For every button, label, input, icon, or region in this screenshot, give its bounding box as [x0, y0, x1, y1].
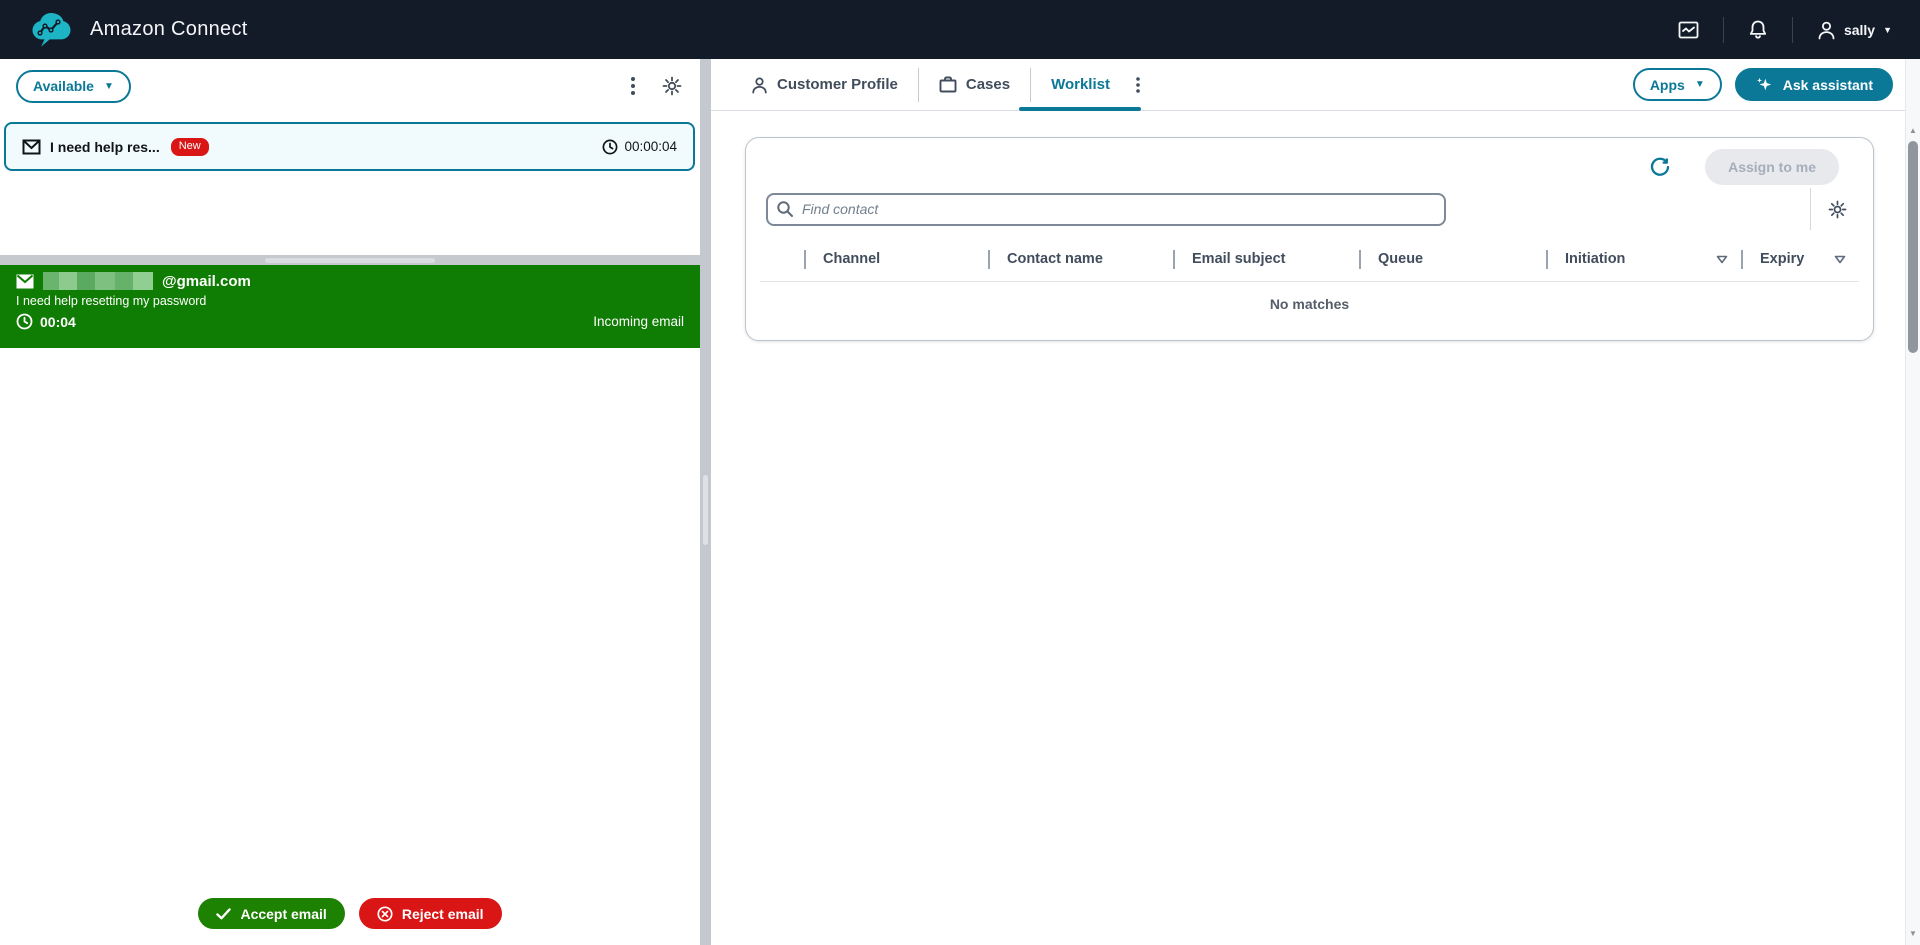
- sparkle-icon: [1755, 76, 1773, 94]
- gear-icon: [662, 76, 682, 96]
- email-icon: [22, 139, 41, 155]
- column-divider: [804, 250, 806, 269]
- incoming-email-card[interactable]: @gmail.com I need help resetting my pass…: [0, 265, 700, 348]
- resize-grip: [703, 475, 708, 545]
- refresh-icon: [1649, 156, 1671, 178]
- ask-assistant-button[interactable]: Ask assistant: [1735, 68, 1893, 101]
- empty-state-text: No matches: [746, 296, 1873, 312]
- kebab-menu-icon: [1136, 77, 1140, 93]
- agent-status-dropdown[interactable]: Available ▼: [16, 70, 131, 103]
- email-subject: I need help resetting my password: [16, 294, 684, 308]
- search-icon: [776, 200, 794, 218]
- new-badge: New: [171, 138, 209, 156]
- tab-worklist[interactable]: Worklist: [1031, 59, 1130, 110]
- caret-down-icon: ▼: [1695, 79, 1705, 90]
- ccp-more-menu-button[interactable]: [629, 75, 637, 97]
- check-icon: [216, 908, 231, 920]
- incoming-task-banner[interactable]: I need help res... New 00:00:04: [4, 122, 695, 171]
- refresh-button[interactable]: [1647, 154, 1673, 180]
- task-title: I need help res...: [50, 139, 160, 155]
- column-divider: [1359, 250, 1361, 269]
- caret-down-icon: ▼: [104, 81, 114, 92]
- amazon-connect-logo-icon: [30, 11, 72, 49]
- column-header-queue[interactable]: Queue: [1359, 245, 1546, 273]
- task-timer: 00:00:04: [624, 139, 677, 154]
- column-header-expiry[interactable]: Expiry: [1741, 245, 1859, 273]
- table-header-rule: [760, 281, 1859, 282]
- chevron-down-icon: ▼: [1883, 25, 1892, 35]
- vertical-resize-handle[interactable]: [700, 59, 711, 945]
- toolbar-divider: [1810, 188, 1811, 230]
- vertical-scrollbar[interactable]: ▲ ▼: [1905, 59, 1920, 945]
- email-icon: [16, 274, 34, 289]
- user-icon: [1817, 20, 1836, 40]
- top-bar: Amazon Connect: [0, 0, 1920, 59]
- worklist-panel: Assign to me: [711, 111, 1905, 945]
- user-name: sally: [1844, 22, 1875, 38]
- scroll-up-arrow[interactable]: ▲: [1906, 125, 1920, 137]
- scroll-down-arrow[interactable]: ▼: [1906, 928, 1920, 940]
- apps-dropdown[interactable]: Apps ▼: [1633, 68, 1722, 101]
- redacted-email-address: [43, 272, 153, 290]
- kebab-menu-icon: [631, 77, 635, 95]
- ccp-settings-button[interactable]: [660, 74, 684, 98]
- reject-email-button[interactable]: Reject email: [359, 898, 502, 929]
- scrollbar-thumb[interactable]: [1908, 141, 1918, 353]
- channel-type-label: Incoming email: [593, 314, 684, 329]
- clock-icon: [16, 313, 33, 330]
- selection-column-header: [766, 245, 804, 273]
- user-menu[interactable]: sally ▼: [1793, 20, 1892, 40]
- column-header-initiation[interactable]: Initiation: [1546, 245, 1741, 273]
- worklist-search-row: [746, 188, 1873, 230]
- ccp-action-buttons: Accept email Reject email: [0, 898, 700, 929]
- find-contact-input[interactable]: [766, 193, 1446, 226]
- x-circle-icon: [377, 906, 393, 922]
- column-header-contact-name[interactable]: Contact name: [988, 245, 1173, 273]
- tab-overflow-menu-button[interactable]: [1130, 59, 1146, 110]
- ccp-toolbar: Available ▼: [16, 69, 684, 103]
- resize-grip: [265, 258, 435, 263]
- column-divider: [1546, 250, 1548, 269]
- notifications-button[interactable]: [1724, 14, 1792, 46]
- worklist-table-header: Channel Contact name Email subject: [766, 245, 1873, 273]
- app-title: Amazon Connect: [90, 18, 248, 41]
- column-header-channel[interactable]: Channel: [804, 245, 988, 273]
- agent-status-label: Available: [33, 78, 94, 94]
- tab-cases[interactable]: Cases: [919, 59, 1030, 110]
- column-divider: [1741, 250, 1743, 269]
- metrics-icon: [1678, 20, 1699, 40]
- worklist-toolbar: Assign to me: [746, 138, 1873, 185]
- metrics-button[interactable]: [1654, 14, 1723, 46]
- main-layout: Available ▼: [0, 59, 1920, 945]
- column-divider: [988, 250, 990, 269]
- agent-workspace: Customer Profile Cases Worklist: [711, 59, 1905, 945]
- person-icon: [751, 76, 768, 94]
- contact-control-panel: Available ▼: [0, 59, 700, 945]
- sort-caret-icon[interactable]: [1834, 255, 1846, 264]
- email-domain: @gmail.com: [162, 273, 251, 290]
- gear-icon: [1828, 200, 1847, 219]
- assign-to-me-button[interactable]: Assign to me: [1705, 149, 1839, 185]
- incoming-timer: 00:04: [40, 314, 76, 330]
- sort-caret-icon[interactable]: [1716, 255, 1728, 264]
- column-divider: [1173, 250, 1175, 269]
- horizontal-resize-handle[interactable]: [0, 255, 700, 265]
- briefcase-icon: [939, 76, 957, 93]
- workspace-actions: Apps ▼ Ask assistant: [1633, 59, 1905, 110]
- top-actions: sally ▼: [1654, 14, 1892, 46]
- app-window: Amazon Connect: [0, 0, 1920, 945]
- worklist-card: Assign to me: [745, 137, 1874, 341]
- column-header-email-subject[interactable]: Email subject: [1173, 245, 1359, 273]
- worklist-settings-button[interactable]: [1826, 198, 1849, 221]
- tab-customer-profile[interactable]: Customer Profile: [731, 59, 918, 110]
- workspace-tabbar: Customer Profile Cases Worklist: [711, 59, 1905, 111]
- bell-icon: [1748, 19, 1768, 40]
- accept-email-button[interactable]: Accept email: [198, 898, 344, 929]
- clock-icon: [602, 139, 618, 155]
